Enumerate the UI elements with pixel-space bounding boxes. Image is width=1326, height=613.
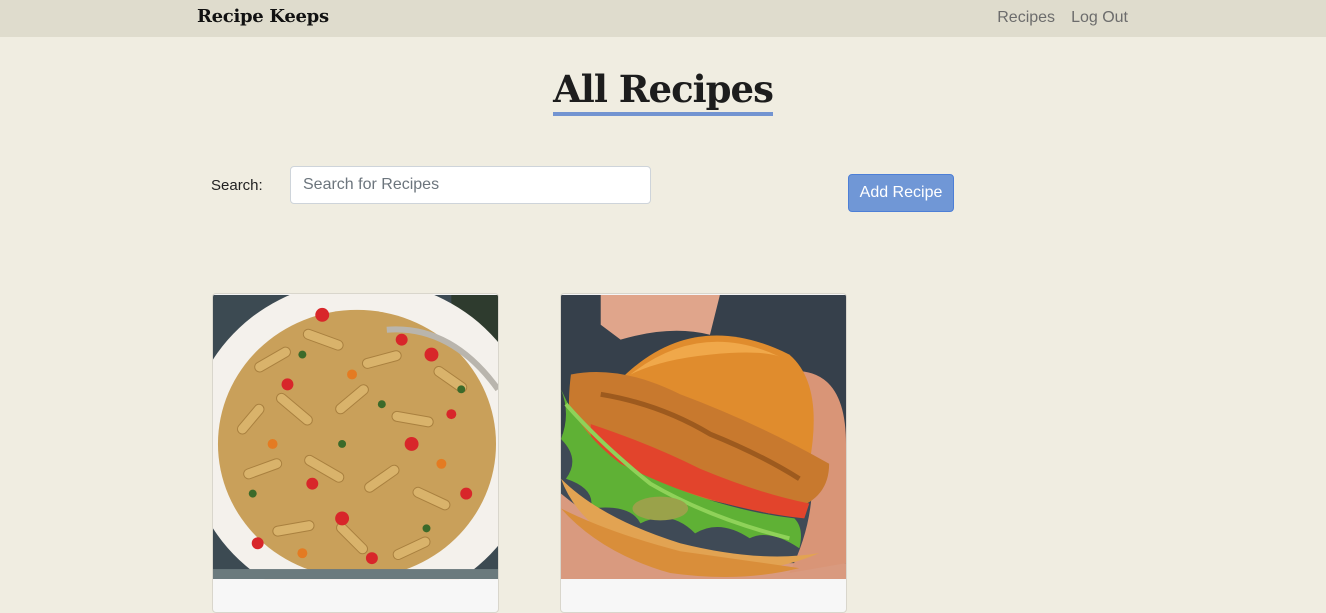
nav-link-logout[interactable]: Log Out [1071,9,1128,27]
page-title: All Recipes [553,66,774,116]
search-input[interactable] [290,166,651,204]
brand-logo[interactable]: Recipe Keeps [197,6,329,27]
add-recipe-button[interactable]: Add Recipe [848,174,954,212]
top-navbar: Recipe Keeps Recipes Log Out [0,0,1326,37]
page-title-wrapper: All Recipes [0,66,1326,116]
recipe-card[interactable] [212,293,499,613]
recipe-card[interactable] [560,293,847,613]
search-label: Search: [211,177,263,194]
nav-links: Recipes Log Out [997,9,1128,27]
nav-link-recipes[interactable]: Recipes [997,9,1055,27]
pasta-dish-icon[interactable] [213,294,498,580]
chicken-sandwich-icon[interactable] [561,294,846,580]
